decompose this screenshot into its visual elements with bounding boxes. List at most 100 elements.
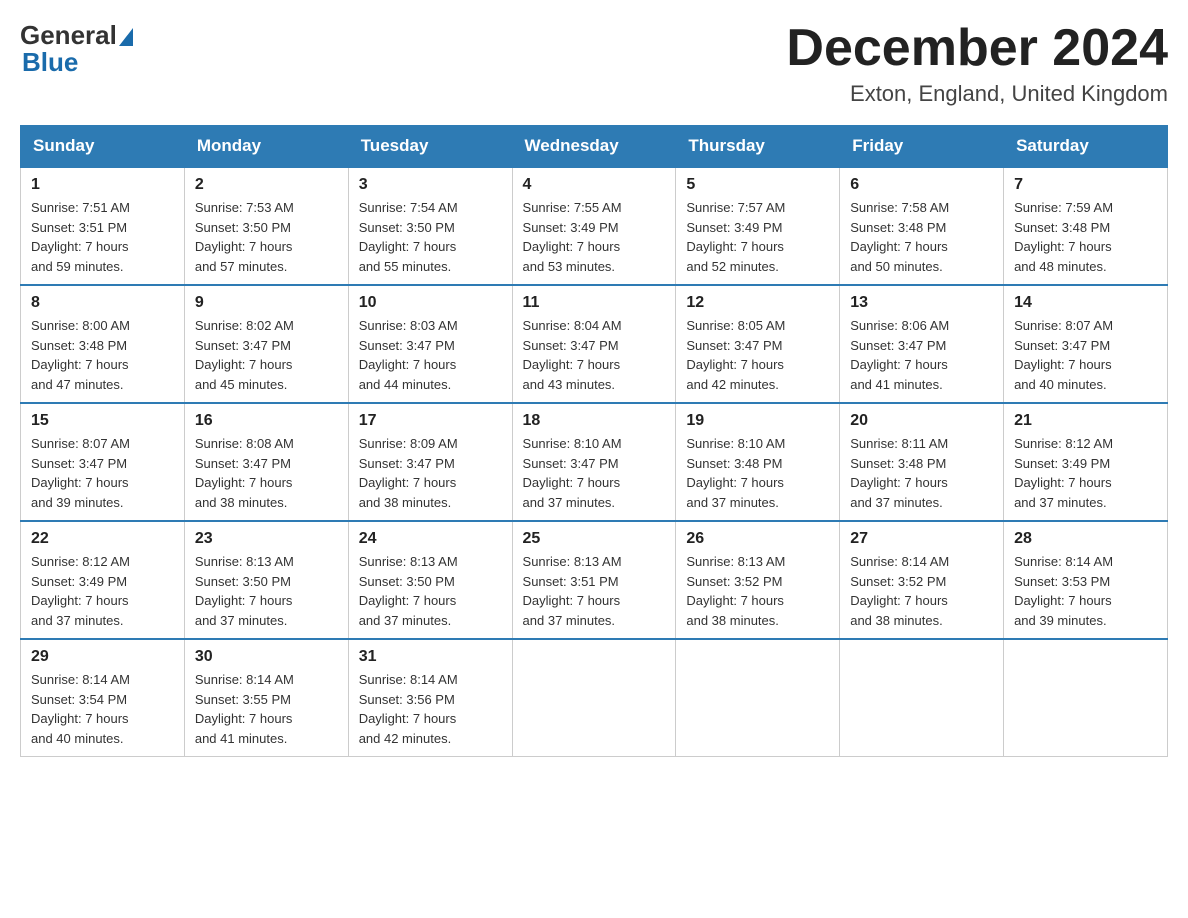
day-info: Sunrise: 7:58 AM Sunset: 3:48 PM Dayligh…: [850, 198, 993, 276]
calendar-cell: 28Sunrise: 8:14 AM Sunset: 3:53 PM Dayli…: [1004, 521, 1168, 639]
day-info: Sunrise: 8:13 AM Sunset: 3:52 PM Dayligh…: [686, 552, 829, 630]
day-number: 19: [686, 412, 829, 430]
day-info: Sunrise: 7:57 AM Sunset: 3:49 PM Dayligh…: [686, 198, 829, 276]
day-number: 14: [1014, 294, 1157, 312]
calendar-cell: 16 Sunrise: 8:08 AM Sunset: 3:47 PM Dayli…: [184, 403, 348, 521]
calendar-cell: 1 Sunrise: 7:51 AM Sunset: 3:51 PM Daylig…: [21, 167, 185, 285]
column-header-monday: Monday: [184, 126, 348, 168]
calendar-cell: 7 Sunrise: 7:59 AM Sunset: 3:48 PM Daylig…: [1004, 167, 1168, 285]
day-number: 21: [1014, 412, 1157, 430]
calendar-cell: 22Sunrise: 8:12 AM Sunset: 3:49 PM Dayli…: [21, 521, 185, 639]
day-number: 20: [850, 412, 993, 430]
calendar-cell: 23 Sunrise: 8:13 AM Sunset: 3:50 PM Dayli…: [184, 521, 348, 639]
calendar-cell: 8 Sunrise: 8:00 AM Sunset: 3:48 PM Daylig…: [21, 285, 185, 403]
day-info: Sunrise: 7:55 AM Sunset: 3:49 PM Dayligh…: [523, 198, 666, 276]
calendar-cell: [512, 639, 676, 757]
column-header-friday: Friday: [840, 126, 1004, 168]
column-header-sunday: Sunday: [21, 126, 185, 168]
calendar-cell: 30 Sunrise: 8:14 AM Sunset: 3:55 PM Dayli…: [184, 639, 348, 757]
day-info: Sunrise: 7:54 AM Sunset: 3:50 PM Dayligh…: [359, 198, 502, 276]
day-number: 13: [850, 294, 993, 312]
logo-blue: Blue: [22, 47, 78, 78]
day-number: 23: [195, 530, 338, 548]
column-header-thursday: Thursday: [676, 126, 840, 168]
day-number: 16: [195, 412, 338, 430]
calendar-cell: 6 Sunrise: 7:58 AM Sunset: 3:48 PM Daylig…: [840, 167, 1004, 285]
calendar-cell: 29 Sunrise: 8:14 AM Sunset: 3:54 PM Dayli…: [21, 639, 185, 757]
day-info: Sunrise: 8:10 AM Sunset: 3:48 PM Dayligh…: [686, 434, 829, 512]
month-title: December 2024: [786, 20, 1168, 77]
calendar-cell: [676, 639, 840, 757]
day-number: 11: [523, 294, 666, 312]
day-info: Sunrise: 8:03 AM Sunset: 3:47 PM Dayligh…: [359, 316, 502, 394]
calendar-cell: 10Sunrise: 8:03 AM Sunset: 3:47 PM Dayli…: [348, 285, 512, 403]
day-number: 22: [31, 530, 174, 548]
day-number: 27: [850, 530, 993, 548]
calendar-cell: 31 Sunrise: 8:14 AM Sunset: 3:56 PM Dayli…: [348, 639, 512, 757]
calendar-cell: [1004, 639, 1168, 757]
calendar-cell: 19 Sunrise: 8:10 AM Sunset: 3:48 PM Dayli…: [676, 403, 840, 521]
day-number: 9: [195, 294, 338, 312]
day-number: 8: [31, 294, 174, 312]
calendar-cell: 20 Sunrise: 8:11 AM Sunset: 3:48 PM Dayli…: [840, 403, 1004, 521]
day-number: 6: [850, 176, 993, 194]
day-info: Sunrise: 8:14 AM Sunset: 3:52 PM Dayligh…: [850, 552, 993, 630]
day-number: 18: [523, 412, 666, 430]
logo: General Blue: [20, 20, 133, 78]
calendar-cell: [840, 639, 1004, 757]
day-number: 2: [195, 176, 338, 194]
day-number: 29: [31, 648, 174, 666]
day-number: 1: [31, 176, 174, 194]
day-number: 30: [195, 648, 338, 666]
calendar-cell: 17 Sunrise: 8:09 AM Sunset: 3:47 PM Dayli…: [348, 403, 512, 521]
day-info: Sunrise: 8:10 AM Sunset: 3:47 PM Dayligh…: [523, 434, 666, 512]
page-header: General Blue December 2024 Exton, Englan…: [20, 20, 1168, 107]
day-info: Sunrise: 8:05 AM Sunset: 3:47 PM Dayligh…: [686, 316, 829, 394]
day-info: Sunrise: 8:11 AM Sunset: 3:48 PM Dayligh…: [850, 434, 993, 512]
day-number: 12: [686, 294, 829, 312]
location: Exton, England, United Kingdom: [786, 81, 1168, 107]
day-number: 5: [686, 176, 829, 194]
day-info: Sunrise: 7:51 AM Sunset: 3:51 PM Dayligh…: [31, 198, 174, 276]
week-row-3: 15Sunrise: 8:07 AM Sunset: 3:47 PM Dayli…: [21, 403, 1168, 521]
calendar-cell: 15Sunrise: 8:07 AM Sunset: 3:47 PM Dayli…: [21, 403, 185, 521]
calendar-body: 1 Sunrise: 7:51 AM Sunset: 3:51 PM Daylig…: [21, 167, 1168, 757]
day-number: 7: [1014, 176, 1157, 194]
week-row-5: 29 Sunrise: 8:14 AM Sunset: 3:54 PM Dayli…: [21, 639, 1168, 757]
day-info: Sunrise: 8:13 AM Sunset: 3:50 PM Dayligh…: [195, 552, 338, 630]
day-info: Sunrise: 8:07 AM Sunset: 3:47 PM Dayligh…: [1014, 316, 1157, 394]
day-number: 26: [686, 530, 829, 548]
day-info: Sunrise: 7:59 AM Sunset: 3:48 PM Dayligh…: [1014, 198, 1157, 276]
calendar-cell: 26 Sunrise: 8:13 AM Sunset: 3:52 PM Dayli…: [676, 521, 840, 639]
day-info: Sunrise: 8:08 AM Sunset: 3:47 PM Dayligh…: [195, 434, 338, 512]
day-number: 28: [1014, 530, 1157, 548]
calendar-cell: 13 Sunrise: 8:06 AM Sunset: 3:47 PM Dayli…: [840, 285, 1004, 403]
day-info: Sunrise: 8:00 AM Sunset: 3:48 PM Dayligh…: [31, 316, 174, 394]
week-row-2: 8 Sunrise: 8:00 AM Sunset: 3:48 PM Daylig…: [21, 285, 1168, 403]
day-number: 31: [359, 648, 502, 666]
column-header-wednesday: Wednesday: [512, 126, 676, 168]
day-info: Sunrise: 8:06 AM Sunset: 3:47 PM Dayligh…: [850, 316, 993, 394]
calendar-cell: 5 Sunrise: 7:57 AM Sunset: 3:49 PM Daylig…: [676, 167, 840, 285]
day-info: Sunrise: 8:14 AM Sunset: 3:55 PM Dayligh…: [195, 670, 338, 748]
day-info: Sunrise: 8:14 AM Sunset: 3:56 PM Dayligh…: [359, 670, 502, 748]
calendar-cell: 24Sunrise: 8:13 AM Sunset: 3:50 PM Dayli…: [348, 521, 512, 639]
day-number: 24: [359, 530, 502, 548]
day-info: Sunrise: 8:13 AM Sunset: 3:51 PM Dayligh…: [523, 552, 666, 630]
day-info: Sunrise: 8:02 AM Sunset: 3:47 PM Dayligh…: [195, 316, 338, 394]
week-row-4: 22Sunrise: 8:12 AM Sunset: 3:49 PM Dayli…: [21, 521, 1168, 639]
day-info: Sunrise: 8:09 AM Sunset: 3:47 PM Dayligh…: [359, 434, 502, 512]
column-header-tuesday: Tuesday: [348, 126, 512, 168]
calendar-cell: 21Sunrise: 8:12 AM Sunset: 3:49 PM Dayli…: [1004, 403, 1168, 521]
day-number: 15: [31, 412, 174, 430]
day-info: Sunrise: 7:53 AM Sunset: 3:50 PM Dayligh…: [195, 198, 338, 276]
day-number: 17: [359, 412, 502, 430]
logo-icon: [119, 28, 133, 46]
week-row-1: 1 Sunrise: 7:51 AM Sunset: 3:51 PM Daylig…: [21, 167, 1168, 285]
calendar-cell: 4Sunrise: 7:55 AM Sunset: 3:49 PM Daylig…: [512, 167, 676, 285]
column-header-saturday: Saturday: [1004, 126, 1168, 168]
calendar-cell: 12 Sunrise: 8:05 AM Sunset: 3:47 PM Dayli…: [676, 285, 840, 403]
day-number: 3: [359, 176, 502, 194]
calendar-cell: 11Sunrise: 8:04 AM Sunset: 3:47 PM Dayli…: [512, 285, 676, 403]
day-info: Sunrise: 8:14 AM Sunset: 3:54 PM Dayligh…: [31, 670, 174, 748]
